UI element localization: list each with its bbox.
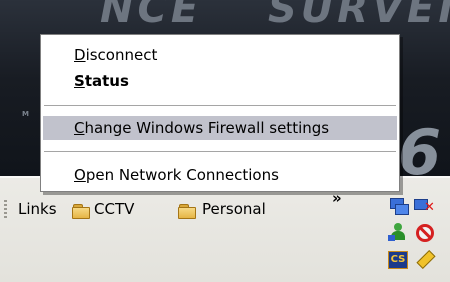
menu-item-label: Status: [74, 72, 129, 90]
links-toolbar-label: Links: [18, 200, 57, 218]
wallpaper-text-left: NCE: [100, 0, 203, 32]
menu-item-label: Open Network Connections: [74, 166, 279, 184]
screen: NCE SURVEIL 6 M Links CCTV Personal » ✕ …: [0, 0, 450, 282]
wallpaper-text-right: SURVEIL: [268, 0, 450, 32]
menu-item-status[interactable]: Status: [43, 69, 397, 93]
user-network-icon[interactable]: [388, 222, 408, 242]
wallpaper-text-small: M: [22, 110, 29, 118]
blocked-icon[interactable]: [414, 222, 434, 242]
link-cctv[interactable]: CCTV: [94, 200, 134, 218]
network-connection-icon[interactable]: [388, 196, 409, 216]
menu-item-open-network-connections[interactable]: Open Network Connections: [43, 163, 397, 187]
cs-badge-text: CS: [388, 251, 408, 269]
menu-item-change-firewall-settings[interactable]: Change Windows Firewall settings: [43, 116, 397, 140]
link-personal[interactable]: Personal: [202, 200, 266, 218]
network-disabled-icon[interactable]: ✕: [414, 196, 435, 216]
pencil-icon[interactable]: [414, 249, 436, 270]
toolbar-grip-handle[interactable]: [4, 200, 7, 220]
folder-icon[interactable]: [72, 204, 90, 219]
cs-badge-icon[interactable]: CS: [388, 249, 408, 269]
menu-item-label: Change Windows Firewall settings: [74, 119, 330, 137]
menu-separator: [44, 151, 396, 153]
menu-item-disconnect[interactable]: Disconnect: [43, 43, 397, 67]
menu-separator: [44, 105, 396, 107]
links-toolbar: Links CCTV Personal: [0, 196, 345, 222]
folder-icon[interactable]: [178, 204, 196, 219]
menu-item-label: Disconnect: [74, 46, 158, 64]
network-context-menu: Disconnect Status Change Windows Firewal…: [40, 34, 400, 192]
